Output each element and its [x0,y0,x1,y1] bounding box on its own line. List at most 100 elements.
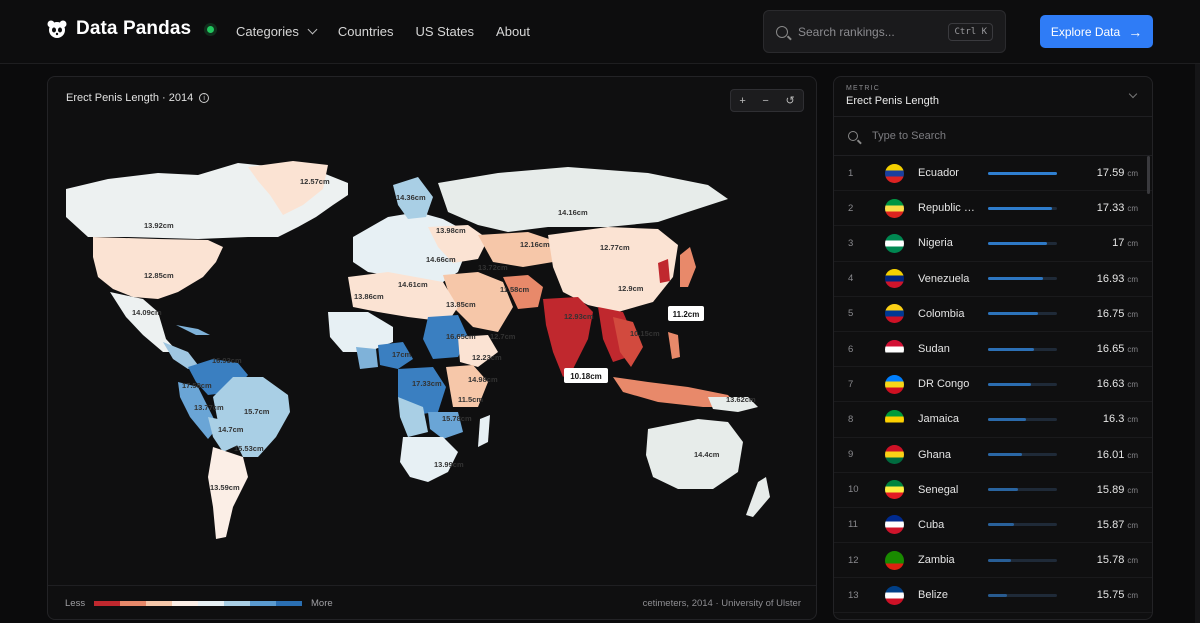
unit-label: cm [1127,345,1138,355]
ranking-row[interactable]: 7 DR Congo 16.63 cm [834,367,1152,403]
rank-number: 9 [848,449,854,461]
ranking-row[interactable]: 1 Ecuador 17.59 cm [834,156,1152,192]
map-value-label: 13.59cm [210,483,240,492]
country-name[interactable]: Senegal [918,484,980,496]
map-region-india[interactable] [543,297,593,377]
value-bar-fill [988,347,1035,351]
rank-number: 11 [848,519,858,531]
map-region-argentina[interactable] [208,447,248,539]
unit-label: cm [1127,450,1138,460]
map-region-madagascar[interactable] [478,415,490,447]
map-value-label: 17.33cm [412,379,442,388]
country-name[interactable]: DR Congo [918,378,980,390]
country-value: 15.75 cm [1097,589,1138,601]
country-name[interactable]: Ghana [918,449,980,461]
value-bar-fill [988,241,1047,245]
nav-about[interactable]: About [496,24,530,39]
unit-label: cm [1127,556,1138,566]
map-legend: Less More cetimeters, 2014 · University … [48,585,816,619]
rank-number: 1 [848,167,854,179]
flag-icon [885,163,904,183]
map-region-central-asia[interactable] [478,232,558,267]
ranking-row[interactable]: 11 Cuba 15.87 cm [834,508,1152,544]
ranking-row[interactable]: 5 Colombia 16.75 cm [834,297,1152,332]
value-bar [988,206,1057,210]
ranking-list: 1 Ecuador 17.59cm 2Republic of the Congo17.… [834,156,1152,614]
unit-label: cm [1127,274,1138,284]
legend-swatch [172,601,198,606]
map-region-japan[interactable] [680,247,696,287]
value-bar-fill [988,593,1008,597]
map-region-cuba[interactable] [176,325,210,335]
ranking-row[interactable]: 13 Belize 15.75 cm [834,578,1152,614]
ranking-row[interactable]: 10 Senegal 15.89 cm [834,473,1152,508]
map-region-usa[interactable] [93,237,223,299]
flag-icon [885,198,904,218]
country-name[interactable]: Nigeria [918,237,980,249]
zoom-in-button[interactable]: + [739,95,745,107]
top-header: Data Pandas Categories Countries US Stat… [0,0,1200,64]
map-value-label: 17cm [392,350,412,359]
map-region-ghana[interactable] [356,347,378,369]
map-source: cetimeters, 2014 · University of Ulster [642,598,801,609]
ranking-row[interactable]: 2 Republic of the Congo 17.33cm [834,191,1152,227]
map-region-korea[interactable] [658,259,670,283]
ranking-row[interactable]: 4 Venezuela 16.93 cm [834,262,1152,297]
map-region-new-zealand[interactable] [746,477,770,517]
explore-data-button[interactable]: Explore Data → [1040,15,1153,48]
flag-icon [885,585,904,605]
nav-countries-label: Countries [337,24,394,39]
nav-categories[interactable]: Categories [236,24,318,39]
map-region-mexico[interactable] [110,292,178,352]
country-name[interactable]: Republic of the Congo [918,202,980,214]
country-name[interactable]: Cuba [918,519,980,531]
ranking-row[interactable]: 12 Zambia 15.78 cm [834,543,1152,579]
search-input[interactable]: Search rankings... Ctrl K [763,10,1006,53]
map-value-label: 13.86cm [354,292,384,301]
rank-number: 12 [848,554,859,566]
value-bar [988,417,1057,421]
zoom-out-button[interactable]: − [762,95,768,107]
country-name[interactable]: Colombia [918,308,980,320]
page-scrollbar[interactable] [1195,0,1200,623]
zoom-controls: + − ↺ [730,89,804,112]
country-value-number: 16.3 [1102,413,1125,426]
country-value: 17.59 cm [1097,167,1138,179]
map-title-text: Erect Penis Length · 2014 [66,92,194,104]
unit-label: cm [1127,380,1138,390]
value-bar [988,488,1057,492]
value-bar [988,277,1057,281]
legend-swatch [224,601,250,606]
metric-selector[interactable]: METRIC Erect Penis Length [834,77,1152,117]
value-bar [988,171,1057,175]
flag-icon [885,445,904,465]
country-name[interactable]: Jamaica [918,413,980,425]
ranking-row[interactable]: 3 Nigeria 17 cm [834,226,1152,262]
map-region-central-america[interactable] [163,342,198,369]
ranking-search-input[interactable]: Type to Search [834,117,1152,156]
nav-countries[interactable]: Countries [338,24,394,39]
legend-more-label: More [311,598,333,609]
country-name[interactable]: Sudan [918,343,980,355]
reset-zoom-button[interactable]: ↺ [785,94,794,107]
world-map[interactable]: 12.57cm 14.36cm 13.92cm 13.98cm 14.16cm 12.85… [48,77,817,585]
legend-swatch [198,601,224,606]
map-region-russia[interactable] [438,167,728,232]
country-name[interactable]: Ecuador [918,167,980,179]
ranking-row[interactable]: 8 Jamaica 16.3 cm [834,402,1152,438]
ranking-row[interactable]: 9 Ghana 16.01 cm [834,438,1152,473]
logo[interactable]: Data Pandas [46,18,215,40]
info-icon[interactable]: i [199,93,210,103]
chevron-down-icon [1128,89,1138,99]
country-value: 16.75 cm [1097,308,1138,320]
nav-us-states[interactable]: US States [416,24,475,39]
country-name[interactable]: Belize [918,589,980,601]
unit-label: cm [1127,415,1138,425]
country-name[interactable]: Zambia [918,554,980,566]
map-region-philippines[interactable] [668,332,680,359]
country-name[interactable]: Venezuela [918,273,980,285]
ranking-row[interactable]: 6 Sudan 16.65 cm [834,332,1152,368]
map-value-label: 13.98cm [436,226,466,235]
list-scrollbar[interactable] [1147,156,1150,194]
explore-data-label: Explore Data [1050,24,1121,39]
